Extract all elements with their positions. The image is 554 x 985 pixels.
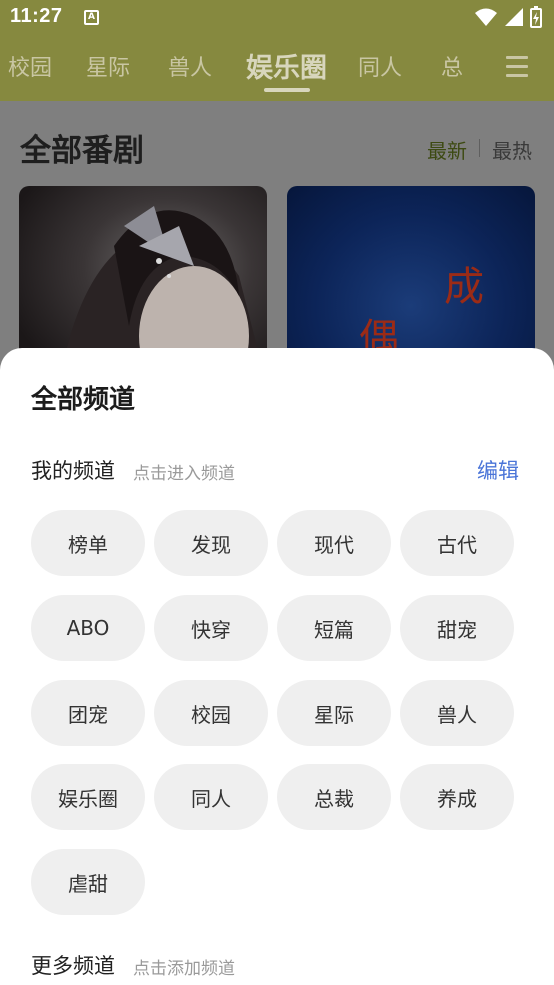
top-app-bar: 11:27 A 校园 星际 兽人 娱乐圈 同人 总 (0, 0, 554, 101)
channel-chip[interactable]: 榜单 (31, 510, 145, 576)
signal-icon (505, 8, 523, 26)
channel-bottom-sheet: 全部频道 我的频道 点击进入频道 编辑 榜单 发现 现代 古代 ABO 快穿 短… (0, 348, 554, 985)
sort-divider (479, 139, 480, 157)
channel-chip[interactable]: 总裁 (277, 764, 391, 830)
channel-chip[interactable]: 兽人 (400, 680, 514, 746)
channel-chip[interactable]: 养成 (400, 764, 514, 830)
channel-chip[interactable]: 短篇 (277, 595, 391, 661)
sort-hottest-button[interactable]: 最热 (492, 135, 532, 164)
status-time: 11:27 (10, 5, 63, 27)
channel-chip[interactable]: 快穿 (154, 595, 268, 661)
channel-chip[interactable]: 发现 (154, 510, 268, 576)
tab-beastman[interactable]: 兽人 (168, 50, 212, 82)
channel-chip[interactable]: 甜宠 (400, 595, 514, 661)
tab-entertainment[interactable]: 娱乐圈 (246, 46, 327, 85)
tab-campus[interactable]: 校园 (8, 50, 52, 82)
edit-button[interactable]: 编辑 (477, 455, 519, 485)
channel-chip[interactable]: 校园 (154, 680, 268, 746)
battery-icon (530, 6, 542, 28)
section-title: 全部番剧 (20, 133, 144, 169)
status-bar: 11:27 A (0, 0, 554, 36)
more-channels-label: 更多频道 (31, 954, 115, 978)
channel-chip[interactable]: 星际 (277, 680, 391, 746)
my-channels-label: 我的频道 (31, 459, 115, 483)
channel-chip[interactable]: 娱乐圈 (31, 764, 145, 830)
channel-chip[interactable]: 现代 (277, 510, 391, 576)
system-icons (474, 6, 542, 28)
channel-chip[interactable]: 同人 (154, 764, 268, 830)
sort-newest-button[interactable]: 最新 (427, 135, 467, 164)
my-channels-hint: 点击进入频道 (133, 464, 235, 484)
channel-chip[interactable]: 古代 (400, 510, 514, 576)
sheet-title: 全部频道 (31, 385, 136, 415)
more-channels-hint: 点击添加频道 (133, 959, 235, 979)
wifi-icon (475, 8, 497, 26)
notification-icon: A (84, 10, 99, 25)
tab-ceo[interactable]: 总 (441, 50, 463, 82)
channel-chip[interactable]: 团宠 (31, 680, 145, 746)
menu-icon[interactable] (506, 56, 528, 83)
cover-glyph: 成 (444, 264, 484, 310)
tab-interstellar[interactable]: 星际 (86, 50, 130, 82)
channel-chip[interactable]: 虐甜 (31, 849, 145, 915)
channel-chip[interactable]: ABO (31, 595, 145, 661)
tab-fanfic[interactable]: 同人 (358, 50, 402, 82)
category-tabs: 校园 星际 兽人 娱乐圈 同人 总 (0, 42, 554, 92)
active-tab-indicator (264, 88, 310, 92)
